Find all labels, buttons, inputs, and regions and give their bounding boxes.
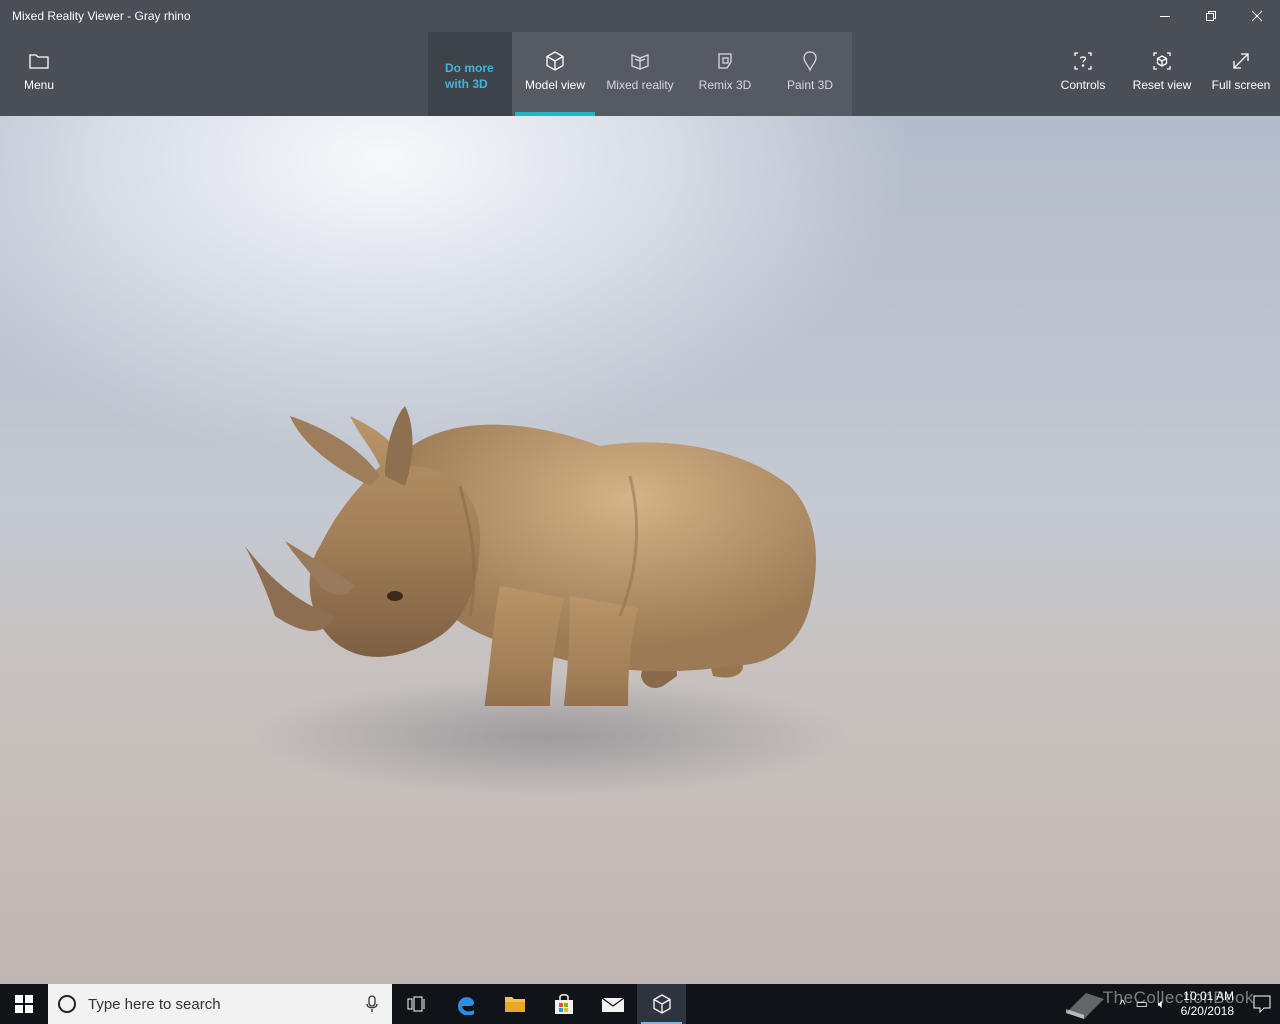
menu-label: Menu [23,78,55,92]
restore-button[interactable] [1188,0,1234,32]
reset-view-button[interactable]: Reset view [1128,32,1196,116]
reset-view-label: Reset view [1132,78,1192,92]
controls-button[interactable]: Controls [1052,32,1114,116]
do-more-line-1: Do more [445,61,494,75]
full-screen-icon [1233,53,1249,69]
window-title: Mixed Reality Viewer - Gray rhino [12,9,191,23]
minimize-icon [1160,16,1170,17]
model-viewport[interactable] [0,116,1280,984]
start-button[interactable] [0,984,48,1024]
tab-label: Model view [524,78,586,92]
mail-icon [601,997,624,1012]
microphone-button[interactable] [352,995,392,1013]
watermark-book-icon [1066,993,1105,1019]
paint-3d-icon [803,51,817,72]
title-bar: Mixed Reality Viewer - Gray rhino [0,0,1280,32]
tab-mixed-reality[interactable]: Mixed reality [600,32,680,116]
toolbar: Menu Do more with 3D Model view Mixed re… [0,32,1280,116]
tab-label: Remix 3D [698,78,752,92]
minimize-button[interactable] [1142,0,1188,32]
microphone-icon [366,995,378,1012]
tab-model-view[interactable]: Model view [515,32,595,116]
edge-browser-button[interactable] [441,984,490,1024]
windows-logo-icon [15,995,33,1013]
search-placeholder: Type here to search [88,995,221,1013]
mail-button[interactable] [588,984,637,1024]
close-icon [1251,10,1263,22]
full-screen-label: Full screen [1211,78,1271,92]
edge-icon [457,997,474,1015]
do-more-line-2: with 3D [445,77,488,91]
mixed-reality-icon [631,54,649,70]
cube-icon [652,994,671,1014]
do-more-with-3d-button[interactable]: Do more with 3D [428,32,512,116]
mode-tabs: Do more with 3D Model view Mixed reality… [428,32,852,116]
task-view-icon [407,996,424,1012]
restore-icon [1206,11,1216,21]
store-button[interactable] [539,984,588,1024]
rhino-model[interactable] [200,286,840,706]
cortana-icon [58,995,76,1013]
remix-3d-icon [718,53,732,69]
mixed-reality-viewer-taskbar-button[interactable] [637,984,686,1024]
menu-button[interactable]: Menu [10,32,68,116]
controls-help-icon [1074,52,1092,70]
window-controls [1142,0,1280,32]
close-button[interactable] [1234,0,1280,32]
cube-icon [546,51,564,71]
watermark-text: TheCollectionBook [1102,988,1254,1007]
tab-remix-3d[interactable]: Remix 3D [685,32,765,116]
controls-label: Controls [1060,78,1106,92]
system-tray: ^ ▭ 🔈︎ 10:01 AM 6/20/2018 TheCollectionB… [1062,984,1280,1024]
tab-label: Mixed reality [606,78,674,92]
taskbar-search-box[interactable]: Type here to search [48,984,392,1024]
reset-view-icon [1153,52,1171,70]
task-view-button[interactable] [392,984,441,1024]
taskbar: Type here to search ^ ▭ 🔈︎ 10:01 AM 6/20… [0,984,1280,1024]
full-screen-button[interactable]: Full screen [1206,32,1276,116]
folder-icon [504,997,525,1012]
file-explorer-button[interactable] [490,984,539,1024]
tab-paint-3d[interactable]: Paint 3D [770,32,850,116]
folder-icon [29,54,49,69]
tab-label: Paint 3D [786,78,834,92]
store-bag-icon [554,994,573,1014]
